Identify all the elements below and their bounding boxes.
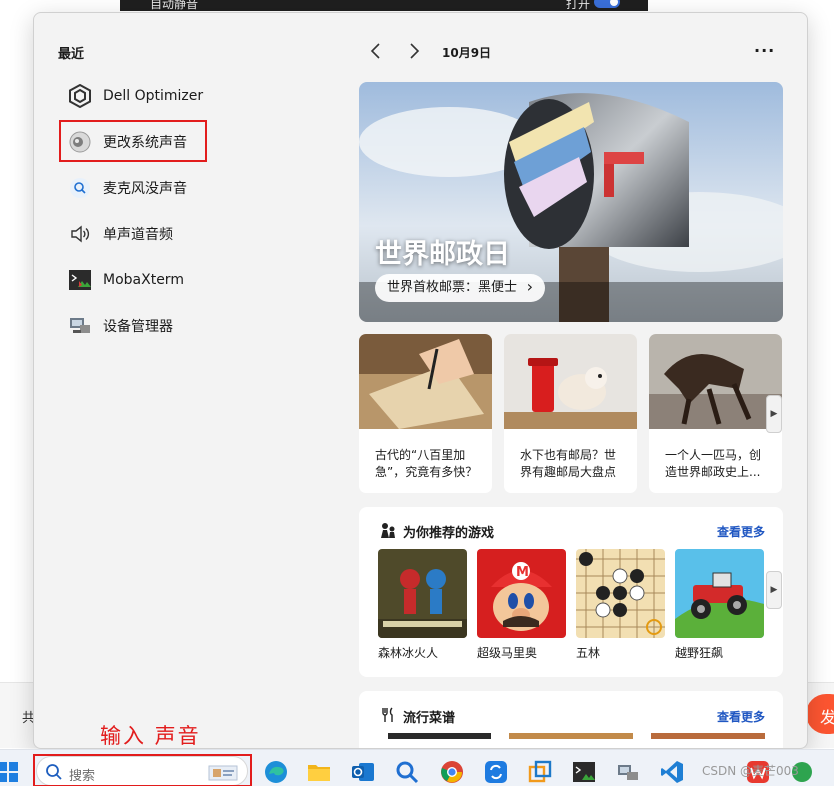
chevron-right-icon[interactable] bbox=[404, 41, 424, 61]
game-title: 五林 bbox=[576, 646, 601, 660]
dell-optimizer-icon bbox=[68, 84, 92, 108]
recent-item-label: Dell Optimizer bbox=[103, 88, 204, 104]
cards-scroll-right-button[interactable]: ▶ bbox=[766, 395, 782, 433]
games-heading: 为你推荐的游戏 bbox=[403, 526, 495, 541]
hero-link-pill[interactable]: 世界首枚邮票：黑便士 bbox=[375, 273, 546, 302]
recent-item-label: 设备管理器 bbox=[103, 319, 173, 335]
windows-start-icon[interactable] bbox=[0, 762, 18, 782]
game-thumbnail bbox=[675, 549, 764, 638]
game-thumbnail bbox=[576, 549, 665, 638]
game-tile[interactable]: 越野狂飙 bbox=[675, 549, 764, 661]
news-card-image bbox=[359, 334, 492, 429]
recent-item-mono-audio[interactable]: 单声道音频 bbox=[58, 211, 318, 257]
news-card-caption: 古代的“八百里加急”，究竟有多快？ bbox=[375, 448, 478, 479]
game-tile[interactable]: M 超级马里奥 bbox=[477, 549, 566, 661]
toggle-switch[interactable] bbox=[594, 0, 620, 8]
games-scroll-right-button[interactable]: ▶ bbox=[766, 571, 782, 609]
annotation-text: 输入 声音 bbox=[100, 724, 201, 748]
fork-knife-icon bbox=[381, 707, 395, 727]
auto-mute-label: 自动静音 bbox=[150, 0, 199, 11]
recipes-heading: 流行菜谱 bbox=[403, 711, 456, 726]
sync-app-icon[interactable] bbox=[484, 760, 508, 784]
game-tile[interactable]: 森林冰火人 bbox=[378, 549, 467, 661]
recent-item-label: MobaXterm bbox=[103, 272, 184, 288]
layers-app-icon[interactable] bbox=[528, 760, 552, 784]
more-options-icon[interactable]: ··· bbox=[754, 41, 775, 60]
recipes-see-more-link[interactable]: 查看更多 bbox=[717, 708, 765, 725]
game-thumbnail bbox=[378, 549, 467, 638]
watermark: CSDN @麦芒003 bbox=[702, 764, 799, 778]
background-window-bar: 自动静音 打开 bbox=[120, 0, 648, 11]
news-card[interactable]: 水下也有邮局？世界有趣邮局大盘点 bbox=[504, 334, 637, 493]
game-thumbnail: M bbox=[477, 549, 566, 638]
vscode-icon[interactable] bbox=[660, 760, 684, 784]
highlight-annotation-box bbox=[59, 120, 207, 162]
svg-text:M: M bbox=[516, 565, 529, 580]
game-title: 森林冰火人 bbox=[378, 646, 439, 660]
file-explorer-icon[interactable] bbox=[307, 760, 331, 784]
hero-card[interactable]: 世界邮政日 世界首枚邮票：黑便士 bbox=[359, 82, 783, 322]
search-flyout: 最近 Dell Optimizer 更改系统声音 麦克风没声音 单声道音频 Mo… bbox=[33, 12, 808, 749]
toggle-state-label: 打开 bbox=[565, 0, 590, 11]
chevron-left-icon[interactable] bbox=[366, 41, 386, 61]
recent-item-label: 麦克风没声音 bbox=[103, 181, 187, 197]
mobaxterm-taskbar-icon[interactable] bbox=[572, 760, 596, 784]
news-card-image bbox=[504, 334, 637, 429]
search-result-icon bbox=[68, 176, 92, 200]
recent-heading: 最近 bbox=[58, 47, 85, 62]
current-date: 10月9日 bbox=[442, 46, 492, 60]
edge-icon[interactable] bbox=[264, 760, 288, 784]
game-title: 越野狂飙 bbox=[675, 646, 724, 660]
recent-item-label: 单声道音频 bbox=[103, 227, 173, 243]
game-tile[interactable]: 五林 bbox=[576, 549, 665, 661]
recent-item-device-manager[interactable]: 设备管理器 bbox=[58, 303, 318, 349]
news-card-image bbox=[649, 334, 782, 429]
device-manager-icon bbox=[68, 314, 92, 338]
recipe-thumbnail[interactable] bbox=[651, 733, 765, 739]
outlook-icon[interactable] bbox=[351, 760, 375, 784]
news-card-caption: 一个人一匹马，创造世界邮政史上... bbox=[665, 448, 762, 479]
recipe-thumbnail[interactable] bbox=[509, 733, 633, 739]
news-card-caption: 水下也有邮局？世界有趣邮局大盘点 bbox=[520, 448, 617, 479]
games-section: 为你推荐的游戏 查看更多 森林冰火人 M 超级马里奥 五林 越野狂飙 bbox=[359, 507, 783, 677]
recipes-section: 流行菜谱 查看更多 bbox=[359, 691, 783, 748]
recipe-thumbnail[interactable] bbox=[388, 733, 491, 739]
recent-item-dell-optimizer[interactable]: Dell Optimizer bbox=[58, 73, 318, 119]
chess-pieces-icon bbox=[379, 522, 397, 544]
mobaxterm-icon bbox=[68, 268, 92, 292]
recent-list: Dell Optimizer 更改系统声音 麦克风没声音 单声道音频 MobaX… bbox=[58, 73, 318, 349]
news-card[interactable]: 一个人一匹马，创造世界邮政史上... bbox=[649, 334, 782, 493]
volume-icon bbox=[68, 222, 92, 246]
games-see-more-link[interactable]: 查看更多 bbox=[717, 523, 765, 540]
chrome-icon[interactable] bbox=[440, 760, 464, 784]
recent-item-mic-no-sound[interactable]: 麦克风没声音 bbox=[58, 165, 318, 211]
game-title: 超级马里奥 bbox=[477, 646, 538, 660]
device-manager-taskbar-icon[interactable] bbox=[616, 760, 640, 784]
hero-title: 世界邮政日 bbox=[375, 239, 510, 270]
search-highlight-annotation-box bbox=[33, 754, 252, 786]
news-card[interactable]: 古代的“八百里加急”，究竟有多快？ bbox=[359, 334, 492, 493]
search-app-icon[interactable] bbox=[395, 760, 419, 784]
recent-item-mobaxterm[interactable]: MobaXterm bbox=[58, 257, 318, 303]
